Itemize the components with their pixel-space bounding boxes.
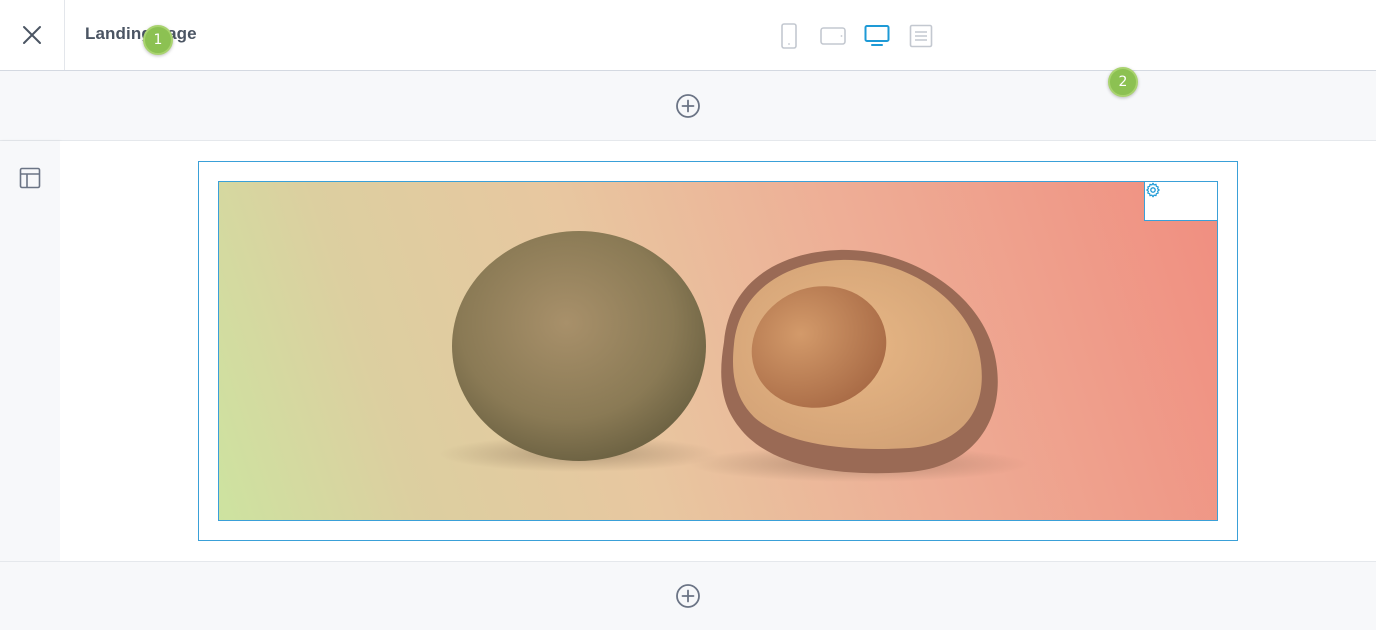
gear-icon: [1146, 182, 1160, 198]
device-mobile-button[interactable]: [774, 22, 803, 50]
phone-icon: [780, 23, 797, 49]
banner-settings-button[interactable]: [1144, 182, 1217, 221]
device-switcher: [774, 21, 935, 51]
add-section-button-top[interactable]: [675, 93, 701, 119]
side-rail: [0, 141, 60, 561]
device-tablet-button[interactable]: [818, 22, 847, 50]
add-section-strip-bottom: [0, 561, 1376, 630]
step-badge-1: 1: [143, 25, 173, 55]
add-section-button-bottom[interactable]: [675, 583, 701, 609]
desktop-icon: [864, 25, 889, 46]
banner-image[interactable]: [218, 181, 1218, 521]
close-icon: [23, 26, 41, 44]
top-bar: Landing page: [0, 0, 1376, 71]
step-badge-2: 2: [1108, 67, 1138, 97]
add-section-strip-top: [0, 71, 1376, 141]
tablet-icon: [819, 27, 846, 45]
plus-circle-icon: [676, 584, 700, 608]
device-desktop-button[interactable]: [862, 22, 891, 50]
device-text-button[interactable]: [906, 22, 935, 50]
page-title: Landing page: [85, 24, 197, 43]
plus-circle-icon: [676, 93, 700, 118]
close-button[interactable]: [0, 0, 65, 70]
editor-canvas: [60, 141, 1376, 561]
section-frame[interactable]: [198, 161, 1238, 541]
layout-icon: [19, 167, 41, 189]
layout-button[interactable]: [18, 166, 42, 190]
document-icon: [909, 24, 932, 48]
avocado-illustration: [439, 231, 1029, 482]
